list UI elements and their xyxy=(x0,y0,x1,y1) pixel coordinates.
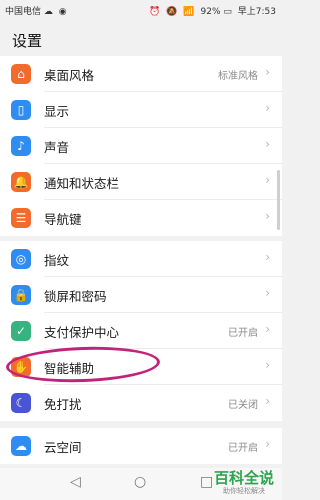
battery-percent: 92% xyxy=(200,7,221,17)
item-label: 云空间 xyxy=(44,440,82,455)
item-label: 声音 xyxy=(44,140,70,155)
settings-item-fingerprint[interactable]: ◎ 指纹 › xyxy=(0,241,282,277)
chevron-right-icon: › xyxy=(265,65,270,79)
item-value: 标准风格 xyxy=(218,71,258,82)
scrollbar[interactable] xyxy=(277,170,280,230)
watermark-title: 百科全说 xyxy=(213,469,274,487)
home-icon[interactable]: ○ xyxy=(134,474,146,490)
shield-check-icon: ✓ xyxy=(11,321,31,341)
item-label: 桌面风格 xyxy=(44,68,95,83)
alarm-icon: ⏰ xyxy=(149,7,161,17)
item-label: 显示 xyxy=(44,104,70,119)
chevron-right-icon: › xyxy=(265,322,270,336)
battery-icon: ▭ xyxy=(223,7,232,17)
chevron-right-icon: › xyxy=(265,358,270,372)
watermark: 百科全说 助你轻松解决 xyxy=(214,467,274,496)
cloud-icon: ☁ xyxy=(11,436,31,456)
notification-icon-small: ☁ xyxy=(43,7,53,17)
item-value: 已开启 xyxy=(228,443,258,454)
sound-icon: ♪ xyxy=(11,136,31,156)
carrier-label: 中国电信 xyxy=(5,7,42,17)
app-icon-small: ◉ xyxy=(58,7,67,17)
fingerprint-icon: ◎ xyxy=(11,249,31,269)
settings-item-sound[interactable]: ♪ 声音 › xyxy=(0,128,282,164)
settings-item-cloud[interactable]: ☁ 云空间 已开启 › xyxy=(0,428,282,464)
settings-item-desktop-style[interactable]: ⌂ 桌面风格 标准风格 › xyxy=(0,56,282,92)
chevron-right-icon: › xyxy=(265,437,270,451)
settings-item-navigation-key[interactable]: ☰ 导航键 › xyxy=(0,200,282,236)
recent-apps-icon[interactable]: □ xyxy=(200,474,213,490)
status-bar: 中国电信 ☁ ◉ ⏰ 🔕 📶 92% ▭ 早上7:53 xyxy=(0,0,282,20)
item-value: 已关闭 xyxy=(228,400,258,411)
page-title: 设置 xyxy=(12,32,43,50)
settings-group-2: ◎ 指纹 › 🔒 锁屏和密码 › ✓ 支付保护中心 已开启 › ✋ 智能辅助 ›… xyxy=(0,241,282,421)
chevron-right-icon: › xyxy=(265,209,270,223)
clock: 早上7:53 xyxy=(237,7,276,17)
chevron-right-icon: › xyxy=(265,394,270,408)
item-label: 支付保护中心 xyxy=(44,325,120,340)
back-icon[interactable]: ◁ xyxy=(70,474,81,490)
chevron-right-icon: › xyxy=(265,173,270,187)
settings-group-3: ☁ 云空间 已开启 › xyxy=(0,428,282,464)
settings-item-do-not-disturb[interactable]: ☾ 免打扰 已关闭 › xyxy=(0,385,282,421)
desktop-style-icon: ⌂ xyxy=(11,64,31,84)
settings-group-1: ⌂ 桌面风格 标准风格 › ▯ 显示 › ♪ 声音 › 🔔 通知和状态栏 › ☰… xyxy=(0,56,282,236)
settings-item-notifications[interactable]: 🔔 通知和状态栏 › xyxy=(0,164,282,200)
lock-icon: 🔒 xyxy=(11,285,31,305)
settings-item-display[interactable]: ▯ 显示 › xyxy=(0,92,282,128)
chevron-right-icon: › xyxy=(265,286,270,300)
item-label: 通知和状态栏 xyxy=(44,176,120,191)
settings-item-lock-screen[interactable]: 🔒 锁屏和密码 › xyxy=(0,277,282,313)
chevron-right-icon: › xyxy=(265,101,270,115)
mute-icon: 🔕 xyxy=(166,7,178,17)
item-label: 指纹 xyxy=(44,253,70,268)
item-value: 已开启 xyxy=(228,328,258,339)
chevron-right-icon: › xyxy=(265,137,270,151)
moon-icon: ☾ xyxy=(11,393,31,413)
wifi-icon: 📶 xyxy=(183,7,195,17)
notification-icon: 🔔 xyxy=(11,172,31,192)
chevron-right-icon: › xyxy=(265,250,270,264)
item-label: 锁屏和密码 xyxy=(44,289,107,304)
item-label: 导航键 xyxy=(44,212,82,227)
navigation-key-icon: ☰ xyxy=(11,208,31,228)
item-label: 免打扰 xyxy=(44,397,82,412)
display-icon: ▯ xyxy=(11,100,31,120)
settings-item-payment-protection[interactable]: ✓ 支付保护中心 已开启 › xyxy=(0,313,282,349)
